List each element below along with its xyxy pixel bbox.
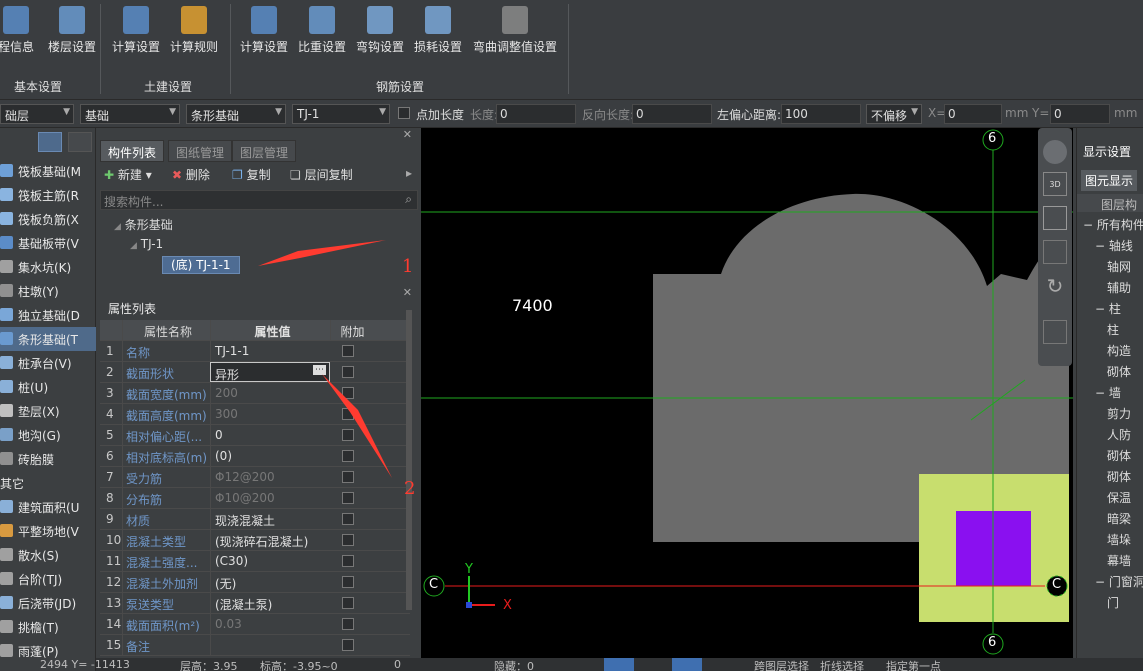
layer-icon[interactable] (1043, 320, 1067, 344)
layer-tree-item[interactable]: 幕墙 (1107, 552, 1131, 569)
annotation-arrow-2 (322, 374, 392, 478)
status-polyline-select[interactable]: 折线选择 (820, 658, 864, 671)
orbit-icon[interactable] (1043, 140, 1067, 164)
view-top-icon[interactable] (1043, 206, 1067, 230)
layer-tree-item[interactable]: 暗梁 (1107, 510, 1131, 527)
layer-tree-item[interactable]: 剪力 (1107, 405, 1131, 422)
layer-tree-item[interactable]: − 门窗洞 (1095, 573, 1143, 590)
layer-tree-item[interactable]: 构造 (1107, 342, 1131, 359)
layer-tree-item[interactable]: − 轴线 (1095, 237, 1133, 254)
display-settings-panel: 显示设置 图元显示 图层构 − 所有构件 − 轴线轴网辅助 − 柱柱构造砌体 − 墙剪… (1076, 128, 1143, 671)
layer-tree-item[interactable]: 人防 (1107, 426, 1131, 443)
select-mode-button[interactable] (604, 658, 634, 671)
status-specified-point: 指定第一点 (886, 660, 941, 671)
view-box-icon[interactable] (1043, 240, 1067, 264)
annotation-marker-2: 2 (404, 478, 416, 499)
layer-tree-item[interactable]: − 柱 (1095, 300, 1121, 317)
status-floor-height: 层高：3.95 (180, 660, 238, 671)
snap-mode-button[interactable] (672, 658, 702, 671)
display-settings-title: 显示设置 (1083, 145, 1132, 159)
rotate-icon[interactable]: ↻ (1043, 274, 1067, 298)
layer-tree-item[interactable]: 砌体 (1107, 447, 1131, 464)
layer-tree-item[interactable]: 辅助 (1107, 279, 1131, 296)
layer-tree-item[interactable]: 柱 (1107, 321, 1119, 338)
annotation-arrow-1 (258, 240, 386, 266)
annotation-overlay (258, 240, 392, 478)
status-coords: 2494 Y= -11413 (40, 658, 130, 671)
view-3d-icon[interactable]: 3D (1043, 172, 1067, 196)
layer-tree-item[interactable]: 门 (1107, 594, 1119, 611)
status-elevation: 标高：-3.95~0 (260, 660, 338, 671)
view-toolbar: 3D ↻ (1038, 128, 1072, 366)
layer-tree-item[interactable]: 砌体 (1107, 468, 1131, 485)
layer-tree-item[interactable]: 墙垛 (1107, 531, 1131, 548)
layer-tree-item[interactable]: 砌体 (1107, 363, 1131, 380)
annotation-marker-1: 1 (402, 256, 414, 277)
layer-tree-item[interactable]: 轴网 (1107, 258, 1131, 275)
layer-tree-item[interactable]: − 所有构件 (1083, 216, 1143, 233)
status-cross-layer[interactable]: 跨图层选择 (754, 658, 809, 671)
status-bar: 2494 Y= -11413 层高：3.95 标高：-3.95~0 0 隐藏：0… (40, 658, 1143, 671)
layer-tree-item[interactable]: − 墙 (1095, 384, 1121, 401)
tab-element-display[interactable]: 图元显示 (1081, 170, 1138, 191)
layer-column-header: 图层构 (1077, 194, 1143, 212)
layer-tree-item[interactable]: 保温 (1107, 489, 1131, 506)
status-hidden: 隐藏：0 (494, 660, 534, 671)
status-zero: 0 (394, 658, 401, 671)
